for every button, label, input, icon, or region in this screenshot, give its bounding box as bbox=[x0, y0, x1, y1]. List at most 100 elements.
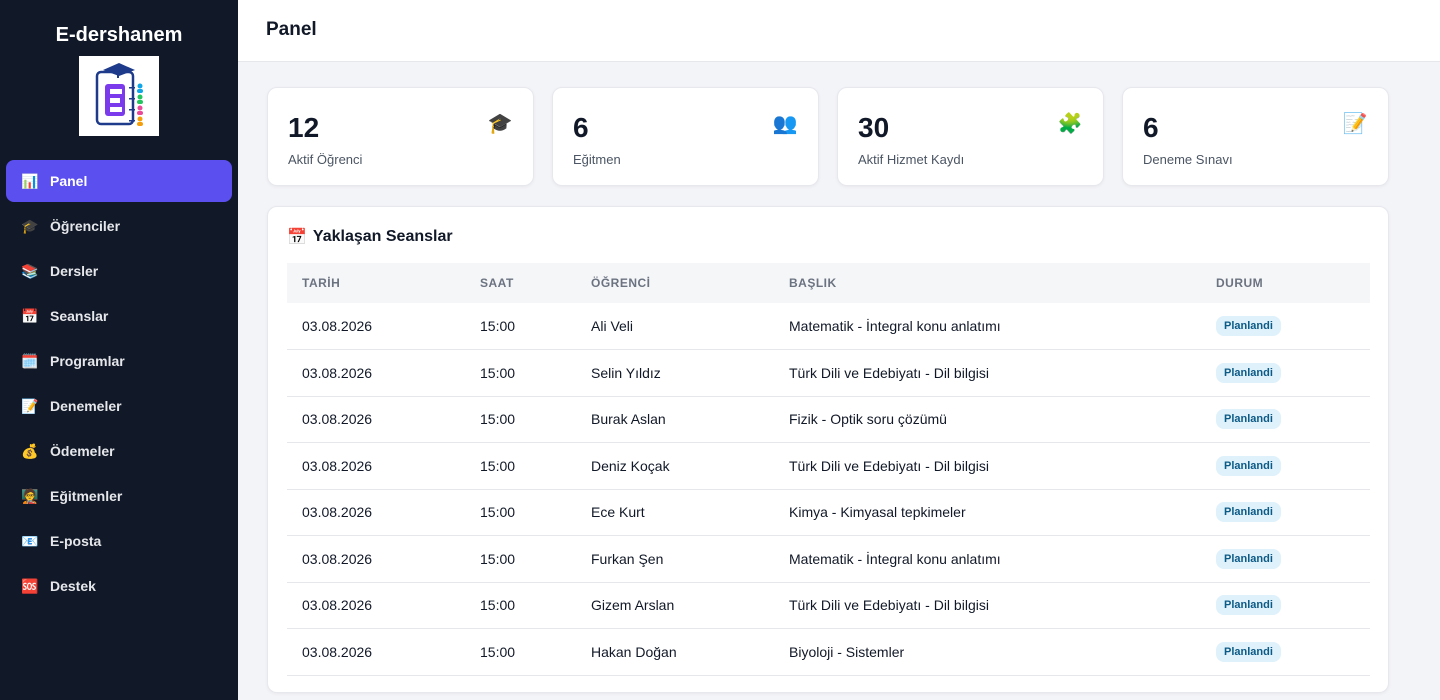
cell-student: Ece Kurt bbox=[591, 504, 645, 521]
table-row[interactable]: 03.08.2026 15:00 Deniz Koçak Türk Dili ve E… bbox=[287, 443, 1370, 490]
stat-card: 6 Eğitmen 👥 bbox=[552, 87, 819, 186]
cell-date: 03.08.2026 bbox=[302, 504, 373, 521]
stat-label: Aktif Hizmet Kaydı bbox=[858, 152, 965, 167]
cell-status: Planlandi bbox=[1201, 303, 1370, 350]
column-header-time[interactable]: SAAT bbox=[465, 263, 576, 303]
status-badge: Planlandi bbox=[1216, 502, 1281, 523]
sidebar-item-9[interactable]: 🆘 Destek bbox=[6, 565, 232, 607]
panel-title: 📅 Yaklaşan Seanslar bbox=[287, 227, 453, 247]
puzzle-icon: 🧩 bbox=[1057, 112, 1083, 135]
stat-label: Deneme Sınavı bbox=[1143, 152, 1233, 167]
sidebar-item-label: E-posta bbox=[50, 533, 102, 549]
status-badge: Planlandi bbox=[1216, 316, 1281, 336]
sidebar-item-0[interactable]: 📊 Panel bbox=[6, 160, 232, 202]
cell-date: 03.08.2026 bbox=[302, 364, 373, 381]
cell-date: 03.08.2026 bbox=[302, 457, 373, 474]
stat-card: 6 Deneme Sınavı 📝 bbox=[1122, 87, 1389, 186]
cell-title: Fizik - Optik soru çözümü bbox=[789, 411, 947, 428]
graduation-cap-icon: 🎓 bbox=[487, 112, 513, 135]
cell-title: Matematik - İntegral konu anlatımı bbox=[789, 550, 1001, 567]
email-icon: 📧 bbox=[21, 532, 39, 549]
cell-date: 03.08.2026 bbox=[302, 550, 373, 567]
top-bar: Panel bbox=[238, 0, 1440, 62]
cell-student: Furkan Şen bbox=[591, 550, 664, 567]
cell-title: Matematik - İntegral konu anlatımı bbox=[789, 318, 1001, 334]
cell-date: 03.08.2026 bbox=[302, 597, 373, 614]
stat-label: Aktif Öğrenci bbox=[288, 152, 363, 167]
table-row[interactable]: 03.08.2026 15:00 Ece Kurt Kimya - Kimyasal … bbox=[287, 489, 1370, 536]
table-row[interactable]: 03.08.2026 15:00 Selin Yıldız Türk Dili ve … bbox=[287, 350, 1370, 396]
logo-image bbox=[95, 63, 143, 126]
memo-icon: 📝 bbox=[21, 397, 39, 414]
cell-time: 15:00 bbox=[480, 550, 516, 567]
sidebar-item-label: Seanslar bbox=[50, 308, 109, 324]
sidebar-item-6[interactable]: 💰 Ödemeler bbox=[6, 430, 232, 472]
cell-student: Selin Yıldız bbox=[591, 364, 661, 381]
sidebar-item-label: Ödemeler bbox=[50, 443, 115, 459]
sidebar-item-5[interactable]: 📝 Denemeler bbox=[6, 385, 232, 427]
table-header-row: TARİH SAAT ÖĞRENCİ BAŞLIK DURUM bbox=[287, 263, 1370, 303]
teacher-icon: 🧑‍🏫 bbox=[21, 487, 39, 504]
sidebar-item-4[interactable]: 🗓️ Programlar bbox=[6, 340, 232, 382]
stat-value: 30 bbox=[858, 112, 890, 143]
cell-status: Planlandi bbox=[1201, 629, 1370, 676]
table-row[interactable]: 03.08.2026 15:00 Ali Veli Matematik - İnteg… bbox=[287, 303, 1370, 350]
cell-student: Hakan Doğan bbox=[591, 643, 677, 660]
sidebar-item-2[interactable]: 📚 Dersler bbox=[6, 250, 232, 292]
sidebar: E-dershanem 📊 Panel 🎓 Öğrenciler 📚 Dersler 📅 Se… bbox=[0, 0, 238, 700]
status-badge: Planlandi bbox=[1216, 362, 1281, 383]
table-row[interactable]: 03.08.2026 15:00 Furkan Şen Matematik - İnt… bbox=[287, 536, 1370, 583]
stat-value: 6 bbox=[573, 112, 589, 143]
cell-status: Planlandi bbox=[1201, 536, 1370, 583]
cell-time: 15:00 bbox=[480, 597, 516, 614]
table-row[interactable]: 03.08.2026 15:00 Burak Aslan Fizik - Optik … bbox=[287, 396, 1370, 443]
column-header-status[interactable]: DURUM bbox=[1201, 263, 1370, 303]
sidebar-item-label: Eğitmenler bbox=[50, 488, 123, 504]
column-header-title[interactable]: BAŞLIK bbox=[774, 263, 1201, 303]
column-header-date[interactable]: TARİH bbox=[287, 263, 465, 303]
graduation-cap-icon: 🎓 bbox=[21, 217, 39, 234]
cell-date: 03.08.2026 bbox=[302, 411, 373, 428]
stat-value: 12 bbox=[288, 112, 320, 143]
cell-student: Ali Veli bbox=[591, 318, 634, 334]
sessions-table: TARİH SAAT ÖĞRENCİ BAŞLIK DURUM 03.08.20… bbox=[287, 263, 1370, 676]
calendar-page-icon: 🗓️ bbox=[21, 352, 39, 369]
column-header-student[interactable]: ÖĞRENCİ bbox=[576, 263, 774, 303]
table-row[interactable]: 03.08.2026 15:00 Gizem Arslan Türk Dili ve … bbox=[287, 582, 1370, 629]
brand-logo[interactable] bbox=[79, 56, 159, 136]
status-badge: Planlandi bbox=[1216, 595, 1281, 616]
page-title: Panel bbox=[266, 19, 317, 40]
sidebar-item-8[interactable]: 📧 E-posta bbox=[6, 520, 232, 562]
people-icon: 👥 bbox=[772, 112, 798, 135]
stat-card: 12 Aktif Öğrenci 🎓 bbox=[267, 87, 534, 186]
cell-time: 15:00 bbox=[480, 643, 516, 660]
status-badge: Planlandi bbox=[1216, 409, 1281, 430]
cell-status: Planlandi bbox=[1201, 489, 1370, 536]
sidebar-item-label: Destek bbox=[50, 578, 96, 594]
calendar-icon: 📅 bbox=[287, 229, 307, 246]
status-badge: Planlandi bbox=[1216, 548, 1281, 569]
status-badge: Planlandi bbox=[1216, 641, 1281, 662]
cell-title: Biyoloji - Sistemler bbox=[789, 643, 905, 660]
sos-icon: 🆘 bbox=[21, 577, 39, 594]
sidebar-item-label: Denemeler bbox=[50, 398, 122, 414]
table-row[interactable]: 03.08.2026 15:00 Hakan Doğan Biyoloji - Sis… bbox=[287, 629, 1370, 676]
sidebar-item-1[interactable]: 🎓 Öğrenciler bbox=[6, 205, 232, 247]
cell-time: 15:00 bbox=[480, 504, 516, 521]
cell-time: 15:00 bbox=[480, 318, 516, 334]
cell-status: Planlandi bbox=[1201, 582, 1370, 629]
sidebar-nav: 📊 Panel 🎓 Öğrenciler 📚 Dersler 📅 Seanslar 🗓️ Prog… bbox=[6, 160, 232, 610]
cell-student: Burak Aslan bbox=[591, 411, 666, 428]
sidebar-item-7[interactable]: 🧑‍🏫 Eğitmenler bbox=[6, 475, 232, 517]
cell-time: 15:00 bbox=[480, 457, 516, 474]
stat-value: 6 bbox=[1143, 112, 1159, 143]
cell-time: 15:00 bbox=[480, 411, 516, 428]
sidebar-item-3[interactable]: 📅 Seanslar bbox=[6, 295, 232, 337]
cell-student: Gizem Arslan bbox=[591, 597, 675, 614]
money-bag-icon: 💰 bbox=[21, 442, 39, 459]
memo-icon: 📝 bbox=[1342, 112, 1368, 135]
cell-title: Türk Dili ve Edebiyatı - Dil bilgisi bbox=[789, 364, 989, 381]
cell-date: 03.08.2026 bbox=[302, 318, 373, 334]
cell-status: Planlandi bbox=[1201, 443, 1370, 490]
cell-title: Kimya - Kimyasal tepkimeler bbox=[789, 504, 966, 521]
